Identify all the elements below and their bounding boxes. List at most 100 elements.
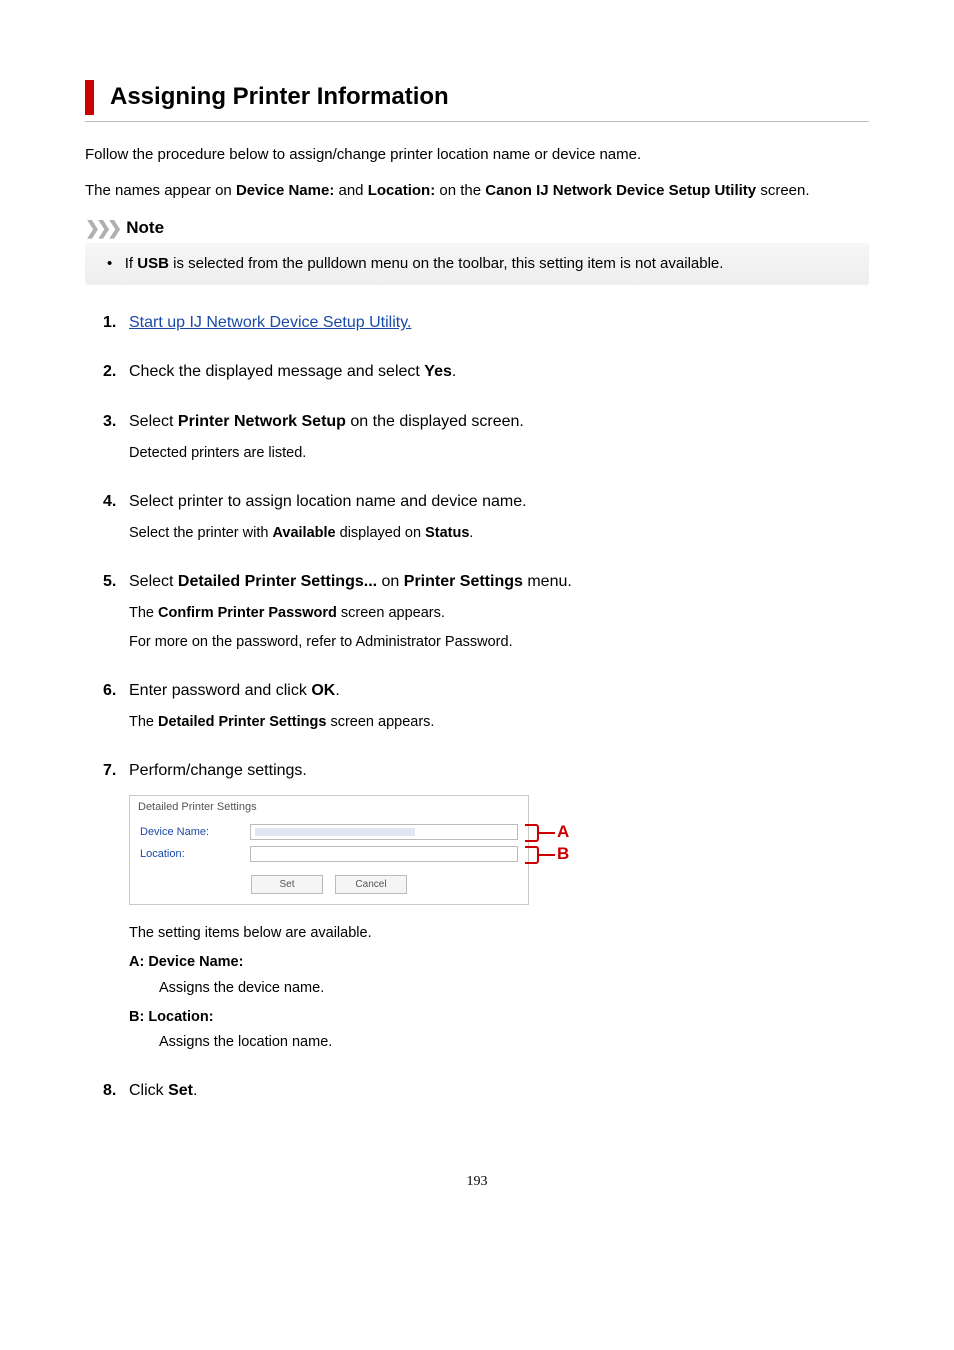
annotation-letter: B — [557, 842, 569, 867]
description-block: The setting items below are available. A… — [129, 923, 869, 1052]
text: on — [377, 573, 404, 590]
text: . — [469, 525, 473, 541]
intro-paragraph-1: Follow the procedure below to assign/cha… — [85, 144, 869, 166]
text: Select the printer with Available displa… — [129, 523, 869, 544]
step-body: The Confirm Printer Password screen appe… — [129, 603, 869, 653]
step-3: 3. Select Printer Network Setup on the d… — [103, 410, 869, 464]
step-number: 8. — [103, 1079, 129, 1102]
dash-icon — [539, 832, 555, 834]
text: Select the printer with — [129, 525, 272, 541]
device-name-input[interactable] — [250, 824, 518, 840]
bold-text: OK — [311, 682, 335, 699]
text: The — [129, 714, 158, 730]
note-label: Note — [126, 216, 164, 241]
text: menu. — [523, 573, 572, 590]
text: is selected from the pulldown menu on th… — [169, 255, 723, 272]
bold-text: Yes — [424, 363, 452, 380]
annotation-letter: A — [557, 820, 569, 845]
bold-text: Printer Settings — [404, 573, 523, 590]
step-text: Enter password and click OK. — [129, 679, 869, 702]
step-number: 7. — [103, 759, 129, 782]
text: on the displayed screen. — [346, 413, 524, 430]
text: Enter password and click — [129, 682, 311, 699]
item-heading: A: Device Name: — [129, 952, 869, 973]
item-body: Assigns the location name. — [159, 1032, 869, 1053]
step-text: Perform/change settings. — [129, 759, 869, 782]
note-block: ❯❯❯ Note If USB is selected from the pul… — [85, 215, 869, 285]
text: The Detailed Printer Settings screen app… — [129, 712, 869, 733]
bold-text: Canon IJ Network Device Setup Utility — [485, 182, 756, 199]
text: The — [129, 605, 158, 621]
bold-text: Confirm Printer Password — [158, 605, 337, 621]
device-name-label: Device Name: — [140, 825, 250, 841]
step-text: Select Printer Network Setup on the disp… — [129, 410, 869, 433]
text: on the — [435, 182, 485, 199]
step-number: 4. — [103, 490, 129, 513]
dialog-buttons: Set Cancel — [130, 865, 528, 904]
item-a: A: Device Name: Assigns the device name. — [129, 952, 869, 998]
step-number: 2. — [103, 360, 129, 383]
step-number: 5. — [103, 570, 129, 593]
text: Click — [129, 1082, 168, 1099]
annotation-column: A B — [525, 795, 569, 866]
dash-icon — [539, 854, 555, 856]
bold-text: Detailed Printer Settings — [158, 714, 326, 730]
step-text: Click Set. — [129, 1079, 869, 1102]
start-utility-link[interactable]: Start up IJ Network Device Setup Utility… — [129, 314, 411, 331]
text: . — [335, 682, 339, 699]
step-6: 6. Enter password and click OK. The Deta… — [103, 679, 869, 733]
page-title-wrap: Assigning Printer Information — [85, 80, 869, 115]
intro-paragraph-2: The names appear on Device Name: and Loc… — [85, 180, 869, 202]
bold-text: Set — [168, 1082, 193, 1099]
text: displayed on — [336, 525, 425, 541]
title-rule — [85, 121, 869, 122]
text: For more on the password, refer to Admin… — [129, 632, 869, 653]
bold-text: Printer Network Setup — [178, 413, 346, 430]
step-text: Select Detailed Printer Settings... on P… — [129, 570, 869, 593]
step-1: 1. Start up IJ Network Device Setup Util… — [103, 311, 869, 334]
step-body: The Detailed Printer Settings screen app… — [129, 712, 869, 733]
text: . — [452, 363, 456, 380]
cancel-button[interactable]: Cancel — [335, 875, 407, 894]
text: . — [193, 1082, 197, 1099]
step-number: 6. — [103, 679, 129, 702]
bold-text: Location: — [368, 182, 436, 199]
location-label: Location: — [140, 847, 250, 863]
location-input[interactable] — [250, 846, 518, 862]
text: Select — [129, 413, 178, 430]
chevron-right-icon: ❯❯❯ — [85, 215, 118, 241]
steps-list: 1. Start up IJ Network Device Setup Util… — [85, 311, 869, 1102]
text: The names appear on — [85, 182, 236, 199]
step-number: 3. — [103, 410, 129, 433]
bold-text: Detailed Printer Settings... — [178, 573, 377, 590]
annotation-b: B — [525, 844, 569, 866]
text: and — [334, 182, 367, 199]
annotation-a: A — [525, 822, 569, 844]
step-body: Select the printer with Available displa… — [129, 523, 869, 544]
note-heading: ❯❯❯ Note — [85, 215, 869, 241]
dialog-title: Detailed Printer Settings — [130, 796, 528, 822]
text: Check the displayed message and select — [129, 363, 424, 380]
step-text: Select printer to assign location name a… — [129, 490, 869, 513]
set-button[interactable]: Set — [251, 875, 323, 894]
location-row: Location: — [130, 843, 528, 865]
detailed-printer-settings-dialog: Detailed Printer Settings Device Name: L… — [129, 795, 529, 906]
text: screen. — [756, 182, 809, 199]
step-5: 5. Select Detailed Printer Settings... o… — [103, 570, 869, 653]
step-body: Detected printers are listed. — [129, 443, 869, 464]
text: screen appears. — [337, 605, 445, 621]
text: screen appears. — [326, 714, 434, 730]
item-body: Assigns the device name. — [159, 978, 869, 999]
step-2: 2. Check the displayed message and selec… — [103, 360, 869, 383]
bold-text: Status — [425, 525, 469, 541]
item-heading: B: Location: — [129, 1007, 869, 1028]
page-title: Assigning Printer Information — [110, 80, 869, 115]
text: Detected printers are listed. — [129, 443, 869, 464]
step-4: 4. Select printer to assign location nam… — [103, 490, 869, 544]
bracket-icon — [525, 824, 539, 842]
page-number: 193 — [85, 1172, 869, 1192]
bold-text: USB — [137, 255, 169, 272]
step-8: 8. Click Set. — [103, 1079, 869, 1102]
note-text: If USB is selected from the pulldown men… — [107, 255, 723, 272]
step-text: Check the displayed message and select Y… — [129, 360, 869, 383]
